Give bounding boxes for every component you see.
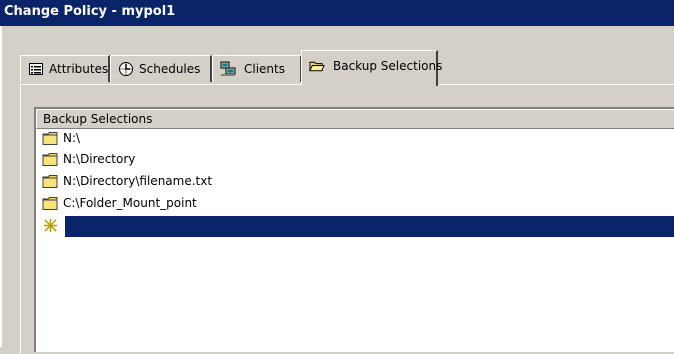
window-edge xyxy=(0,26,2,347)
list-item[interactable]: N:\Directory\filename.txt xyxy=(36,172,674,192)
tab-attributes[interactable]: Attributes xyxy=(20,55,110,82)
tab-label: Attributes xyxy=(49,62,109,76)
selection-path: N:\ xyxy=(63,131,81,145)
tab-label: Backup Selections xyxy=(333,59,443,73)
clock-icon xyxy=(119,62,133,76)
folder-icon xyxy=(42,153,58,166)
window-title: Change Policy - mypol1 xyxy=(4,4,176,19)
folder-open-icon xyxy=(309,61,325,72)
list-icon xyxy=(29,63,43,75)
selection-path: N:\Directory xyxy=(63,152,136,166)
new-entry-icon xyxy=(43,218,58,233)
tab-schedules[interactable]: Schedules xyxy=(110,55,212,82)
selection-path: C:\Folder_Mount_point xyxy=(63,196,197,210)
list-item[interactable]: N:\ xyxy=(36,129,674,149)
backup-selections-list[interactable]: Backup Selections N:\ N:\Directory N:\Di… xyxy=(34,107,674,352)
tab-label: Clients xyxy=(244,62,285,76)
list-item[interactable]: N:\Directory xyxy=(36,150,674,170)
tab-label: Schedules xyxy=(139,62,201,76)
column-header-label: Backup Selections xyxy=(43,112,153,126)
tab-clients[interactable]: Clients xyxy=(212,55,302,82)
new-entry-row[interactable] xyxy=(36,216,674,237)
tab-backup-selections[interactable]: Backup Selections xyxy=(301,50,442,86)
column-header[interactable]: Backup Selections xyxy=(36,109,674,129)
folder-icon xyxy=(42,132,58,145)
selection-path: N:\Directory\filename.txt xyxy=(63,174,213,188)
title-bar[interactable]: Change Policy - mypol1 xyxy=(0,0,674,26)
selection-highlight xyxy=(65,216,674,237)
folder-icon xyxy=(42,197,58,210)
list-item[interactable]: C:\Folder_Mount_point xyxy=(36,194,674,214)
computers-icon xyxy=(220,61,236,76)
folder-icon xyxy=(42,175,58,188)
